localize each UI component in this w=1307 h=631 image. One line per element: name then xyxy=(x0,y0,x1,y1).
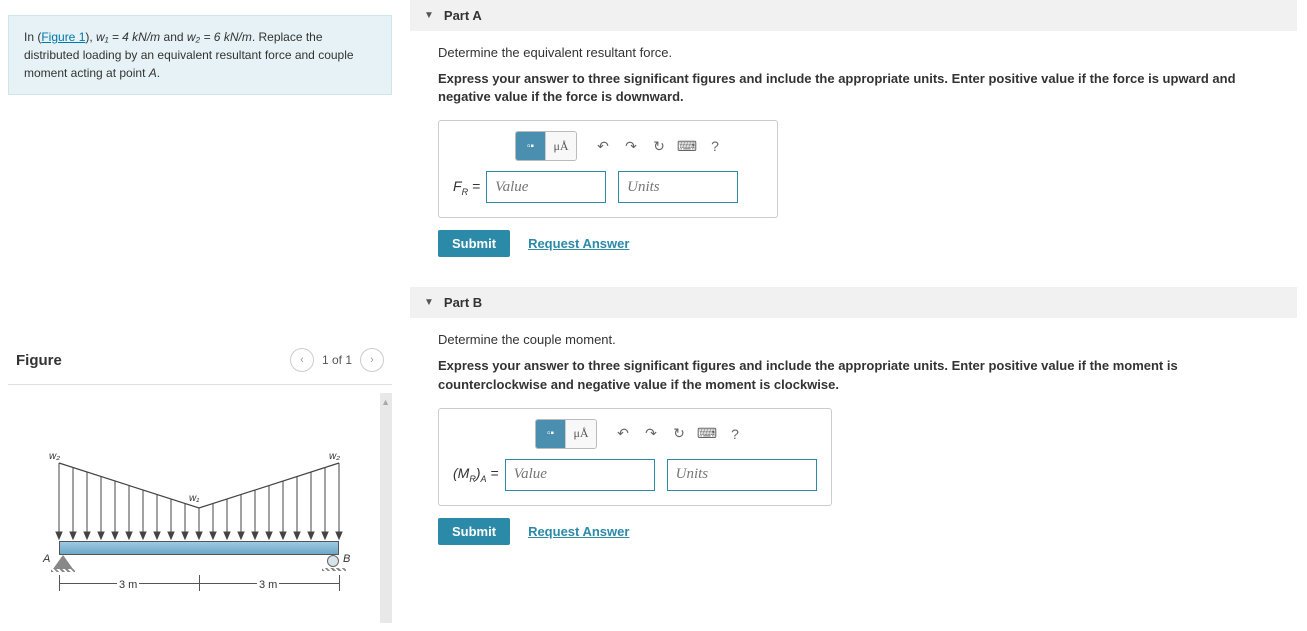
beam-diagram: w₂ w₁ w₂ A B 3 m 3 m xyxy=(29,463,359,623)
reset-icon[interactable]: ↻ xyxy=(665,421,693,447)
figure-link[interactable]: Figure 1 xyxy=(41,30,85,44)
part-a-value-input[interactable] xyxy=(486,171,606,203)
part-a-answer-box: ▫▪ μÅ ↶ ↷ ↻ ⌨ ? FR = xyxy=(438,120,778,218)
template-icon[interactable]: ▫▪ xyxy=(536,420,566,448)
symbols-icon[interactable]: μÅ xyxy=(566,420,596,448)
part-b-body: Determine the couple moment. Express you… xyxy=(410,318,1297,564)
roller-support-icon xyxy=(327,555,339,567)
part-b-header[interactable]: ▼ Part B xyxy=(410,287,1297,318)
figure-next-button[interactable]: › xyxy=(360,348,384,372)
figure-panel: ▲ xyxy=(8,393,392,623)
undo-icon[interactable]: ↶ xyxy=(609,421,637,447)
part-a-submit-button[interactable]: Submit xyxy=(438,230,510,257)
figure-prev-button[interactable]: ‹ xyxy=(290,348,314,372)
figure-title: Figure xyxy=(16,352,62,369)
collapse-icon: ▼ xyxy=(424,297,434,308)
help-icon[interactable]: ? xyxy=(701,133,729,159)
pin-support-icon xyxy=(53,555,73,569)
text: In ( xyxy=(24,30,41,44)
part-a-header[interactable]: ▼ Part A xyxy=(410,0,1297,31)
point-b-label: B xyxy=(343,553,350,565)
part-b-submit-button[interactable]: Submit xyxy=(438,518,510,545)
toolbar: ▫▪ μÅ ↶ ↷ ↻ ⌨ ? xyxy=(515,131,763,161)
symbols-icon[interactable]: μÅ xyxy=(546,132,576,160)
fr-label: FR = xyxy=(453,178,480,197)
figure-nav: ‹ 1 of 1 › xyxy=(290,348,384,372)
part-b-title: Part B xyxy=(444,295,482,310)
part-b-answer-box: ▫▪ μÅ ↶ ↷ ↻ ⌨ ? (MR)A = xyxy=(438,408,832,506)
part-b-request-answer-link[interactable]: Request Answer xyxy=(528,524,629,539)
w1-label: w₁ xyxy=(189,493,199,504)
collapse-icon: ▼ xyxy=(424,10,434,21)
part-a-request-answer-link[interactable]: Request Answer xyxy=(528,236,629,251)
redo-icon[interactable]: ↷ xyxy=(637,421,665,447)
part-a-question: Determine the equivalent resultant force… xyxy=(438,45,1269,60)
template-icon[interactable]: ▫▪ xyxy=(516,132,546,160)
help-icon[interactable]: ? xyxy=(721,421,749,447)
point-a-label: A xyxy=(43,553,50,565)
part-b-units-input[interactable] xyxy=(667,459,817,491)
dim-left: 3 m xyxy=(117,579,139,591)
scroll-up-icon[interactable]: ▲ xyxy=(381,397,390,407)
undo-icon[interactable]: ↶ xyxy=(589,133,617,159)
keyboard-icon[interactable]: ⌨ xyxy=(693,421,721,447)
beam xyxy=(59,541,339,555)
part-a-instruction: Express your answer to three significant… xyxy=(438,70,1269,106)
w2-label-right: w₂ xyxy=(329,451,340,462)
dim-right: 3 m xyxy=(257,579,279,591)
w2-label-left: w₂ xyxy=(49,451,60,462)
part-b-instruction: Express your answer to three significant… xyxy=(438,357,1269,393)
part-b-value-input[interactable] xyxy=(505,459,655,491)
keyboard-icon[interactable]: ⌨ xyxy=(673,133,701,159)
redo-icon[interactable]: ↷ xyxy=(617,133,645,159)
toolbar: ▫▪ μÅ ↶ ↷ ↻ ⌨ ? xyxy=(535,419,817,449)
part-a-units-input[interactable] xyxy=(618,171,738,203)
part-a-title: Part A xyxy=(444,8,482,23)
figure-counter: 1 of 1 xyxy=(322,353,352,367)
mr-label: (MR)A = xyxy=(453,465,499,484)
problem-statement: In (Figure 1), w₁ = 4 kN/m and w₂ = 6 kN… xyxy=(8,15,392,95)
figure-header: Figure ‹ 1 of 1 › xyxy=(8,340,392,385)
reset-icon[interactable]: ↻ xyxy=(645,133,673,159)
part-a-body: Determine the equivalent resultant force… xyxy=(410,31,1297,277)
part-b-question: Determine the couple moment. xyxy=(438,332,1269,347)
